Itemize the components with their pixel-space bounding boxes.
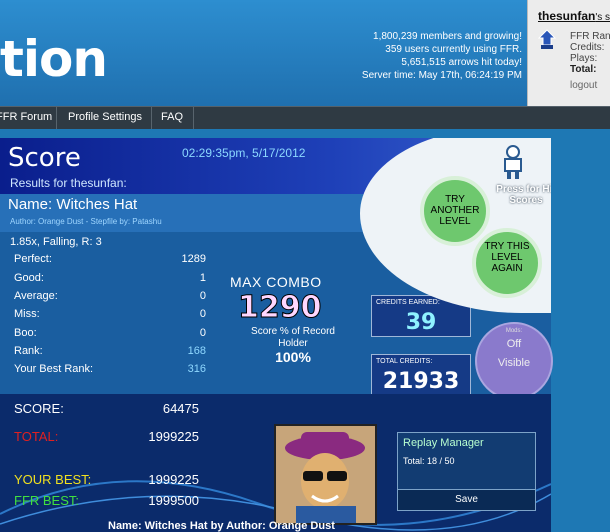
hiscores-button[interactable]: Press for Hi-Scores xyxy=(496,184,551,206)
your-best-label: YOUR BEST: xyxy=(14,472,92,487)
judge-good-value: 1 xyxy=(199,272,206,284)
username-link[interactable]: thesunfan's st xyxy=(538,9,610,23)
user-plays-label: Plays: xyxy=(570,53,598,64)
stat-users-online: 359 users currently using FFR. xyxy=(385,44,522,55)
results-for: Results for thesunfan: xyxy=(10,176,127,190)
best-rank-value: 316 xyxy=(187,363,206,375)
rank-value: 168 xyxy=(187,345,206,357)
best-rank-label: Your Best Rank: xyxy=(14,363,94,375)
judge-average-value: 0 xyxy=(199,290,206,302)
score-value: 64475 xyxy=(162,401,199,416)
try-again-button[interactable]: TRY THIS LEVEL AGAIN xyxy=(472,228,542,298)
ffr-best-label: FFR BEST: xyxy=(14,493,80,508)
score-timestamp: 02:29:35pm, 5/17/2012 xyxy=(182,146,306,160)
judge-boo-label: Boo: xyxy=(14,327,37,339)
judge-good-label: Good: xyxy=(14,272,44,284)
record-pct-label: Score % of Record Holder xyxy=(251,326,335,349)
character-portrait xyxy=(274,424,377,525)
site-logo[interactable]: tion xyxy=(0,30,108,88)
nav-divider xyxy=(193,107,194,129)
user-total-label: Total: xyxy=(570,64,597,75)
ffr-best-value: 1999500 xyxy=(148,493,199,508)
mods-circle: Mods: Off Visible xyxy=(475,322,553,400)
replay-manager: Replay Manager Total: 18 / 50 Save xyxy=(397,432,536,511)
try-another-label: TRY ANOTHER LEVEL xyxy=(430,194,480,227)
stat-arrows-hit: 5,651,515 arrows hit today! xyxy=(401,57,522,68)
mods-circle-title: Mods: xyxy=(505,328,523,334)
stat-server-time: Server time: May 17th, 06:24:19 PM xyxy=(361,70,522,81)
judge-perfect-label: Perfect: xyxy=(14,253,52,265)
try-again-label: TRY THIS LEVEL AGAIN xyxy=(484,241,530,274)
total-credits-value: 21933 xyxy=(382,369,460,394)
logout-link[interactable]: logout xyxy=(570,80,597,91)
footer-song-line: Name: Witches Hat by Author: Orange Dust xyxy=(108,520,335,532)
nav-profile-settings[interactable]: Profile Settings xyxy=(68,111,142,123)
user-credits-label: Credits: xyxy=(570,42,605,53)
total-label: TOTAL: xyxy=(14,429,59,444)
rank-label: Rank: xyxy=(14,345,43,357)
song-name: Name: Witches Hat xyxy=(8,196,138,213)
credits-earned-value: 39 xyxy=(405,310,437,335)
save-button[interactable]: Save xyxy=(398,489,535,510)
judge-miss-label: Miss: xyxy=(14,308,40,320)
site-header: tion 1,800,239 members and growing! 359 … xyxy=(0,0,610,108)
site-stats: 1,800,239 members and growing! 359 users… xyxy=(362,30,522,82)
mods-off-label: Off xyxy=(506,338,522,350)
user-avatar-icon xyxy=(537,29,557,49)
judge-miss-value: 0 xyxy=(199,308,206,320)
max-combo-label: MAX COMBO xyxy=(230,274,322,290)
user-box: thesunfan's st FFR Ran Credits: Plays: T… xyxy=(527,0,610,106)
score-title: Score xyxy=(8,143,81,173)
record-pct-value: 100% xyxy=(275,349,311,365)
nav-bar: FFR Forum Profile Settings FAQ xyxy=(0,106,610,129)
your-best-value: 1999225 xyxy=(148,472,199,487)
total-value: 1999225 xyxy=(148,429,199,444)
credits-earned-label: CREDITS EARNED: xyxy=(376,299,440,306)
robot-mascot-icon xyxy=(504,145,522,179)
nav-divider xyxy=(56,107,57,129)
nav-faq[interactable]: FAQ xyxy=(161,111,183,123)
max-combo-value: 1290 xyxy=(238,290,322,326)
mods-visible-label: Visible xyxy=(497,357,531,369)
mods-line: 1.85x, Falling, R: 3 xyxy=(10,236,102,248)
total-credits-box: TOTAL CREDITS: 21933 xyxy=(371,354,471,396)
replay-title: Replay Manager xyxy=(403,437,484,449)
replay-count: Total: 18 / 50 xyxy=(403,456,455,466)
stat-members: 1,800,239 members and growing! xyxy=(373,31,522,42)
judge-perfect-value: 1289 xyxy=(181,253,206,265)
judge-boo-value: 0 xyxy=(199,327,206,339)
user-rank-label: FFR Ran xyxy=(570,31,610,42)
try-another-button[interactable]: TRY ANOTHER LEVEL xyxy=(420,176,490,246)
judge-average-label: Average: xyxy=(14,290,58,302)
song-author: Author: Orange Dust - Stepfile by: Patas… xyxy=(10,217,162,226)
score-label: SCORE: xyxy=(14,401,64,416)
total-credits-label: TOTAL CREDITS: xyxy=(376,358,433,365)
nav-ffr-forum[interactable]: FFR Forum xyxy=(0,111,52,123)
nav-divider xyxy=(151,107,152,129)
